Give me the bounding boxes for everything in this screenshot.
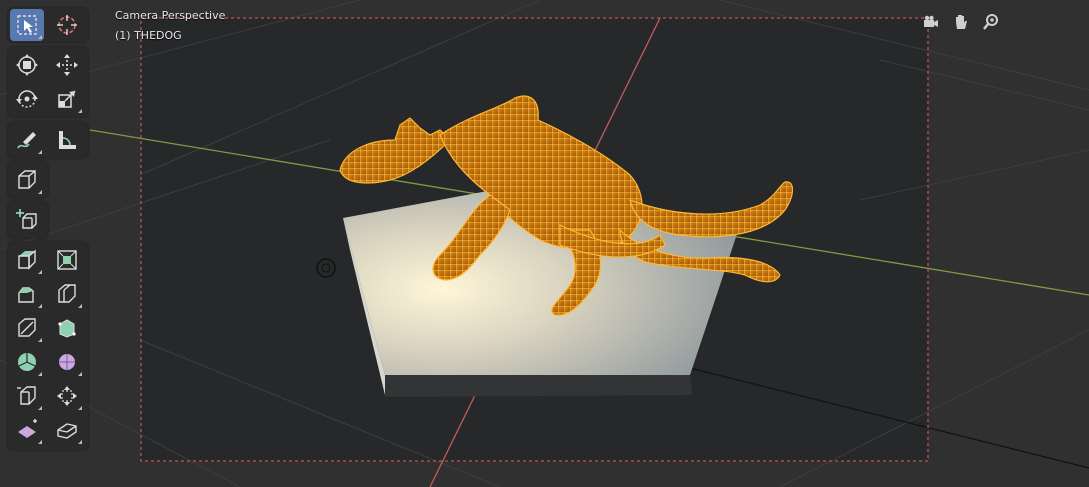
knife-tool[interactable] bbox=[10, 312, 44, 344]
shrink-fatten-tool[interactable] bbox=[50, 380, 84, 412]
zoom-view-button[interactable] bbox=[981, 12, 1001, 32]
edge-slide-tool[interactable] bbox=[10, 380, 44, 412]
measure-tool[interactable] bbox=[50, 124, 84, 156]
loop-cut-icon bbox=[58, 284, 76, 303]
3d-viewport[interactable]: Camera Perspective (1) THEDOG bbox=[0, 0, 1089, 487]
spin-tool[interactable] bbox=[10, 346, 44, 378]
toolbar-transform-group bbox=[8, 47, 88, 117]
select-box-icon bbox=[17, 15, 37, 35]
select-box-tool[interactable] bbox=[10, 9, 44, 41]
toolbar-cube-group bbox=[8, 162, 48, 198]
add-cube-tool[interactable] bbox=[10, 164, 44, 196]
smooth-icon bbox=[59, 354, 75, 370]
move-icon bbox=[56, 54, 78, 76]
navigation-gizmo bbox=[921, 12, 1001, 32]
toolbar-annotate-group bbox=[8, 122, 88, 158]
add-tool[interactable] bbox=[10, 204, 44, 236]
smooth-tool[interactable] bbox=[50, 346, 84, 378]
inset-icon bbox=[57, 250, 77, 270]
shrink-fatten-icon bbox=[57, 386, 77, 406]
cursor-tool[interactable] bbox=[50, 9, 84, 41]
knife-icon bbox=[18, 318, 36, 337]
shear-tool[interactable] bbox=[10, 414, 44, 446]
rotate-icon bbox=[16, 90, 38, 108]
toolbar-add-group bbox=[8, 202, 48, 238]
platform-front bbox=[385, 375, 692, 397]
spin-icon bbox=[18, 353, 36, 371]
shear-icon bbox=[18, 419, 37, 438]
poly-build-icon bbox=[58, 319, 76, 338]
extrude-icon bbox=[18, 249, 36, 270]
transform-icon bbox=[16, 54, 38, 76]
camera-view-button[interactable] bbox=[921, 12, 941, 32]
hand-icon bbox=[956, 15, 967, 29]
move-tool[interactable] bbox=[50, 49, 84, 81]
add-plus-cube-icon bbox=[16, 209, 37, 229]
camera-icon bbox=[924, 15, 938, 27]
annotate-tool[interactable] bbox=[10, 124, 44, 156]
loop-cut-tool[interactable] bbox=[50, 278, 84, 310]
poly-build-tool[interactable] bbox=[50, 312, 84, 344]
scene-canvas[interactable] bbox=[0, 0, 1089, 487]
scale-icon bbox=[58, 90, 76, 108]
rotate-tool[interactable] bbox=[10, 83, 44, 115]
extrude-region-tool[interactable] bbox=[10, 244, 44, 276]
zoom-icon bbox=[983, 14, 998, 30]
bevel-tool[interactable] bbox=[10, 278, 44, 310]
rip-icon bbox=[57, 423, 77, 439]
active-object-label: (1) THEDOG bbox=[115, 29, 182, 42]
scale-tool[interactable] bbox=[50, 83, 84, 115]
pan-view-button[interactable] bbox=[951, 12, 971, 32]
bevel-icon bbox=[18, 287, 34, 303]
inset-faces-tool[interactable] bbox=[50, 244, 84, 276]
add-cube-icon bbox=[18, 170, 36, 189]
cursor-icon bbox=[57, 15, 77, 35]
measure-icon bbox=[59, 131, 76, 149]
toolbar-select-group bbox=[8, 8, 88, 42]
edge-slide-icon bbox=[17, 386, 36, 405]
rip-region-tool[interactable] bbox=[50, 414, 84, 446]
viewport-mode-label: Camera Perspective bbox=[115, 9, 226, 22]
toolbar-mesh-group bbox=[8, 242, 88, 450]
transform-tool[interactable] bbox=[10, 49, 44, 81]
annotate-icon bbox=[17, 132, 36, 149]
